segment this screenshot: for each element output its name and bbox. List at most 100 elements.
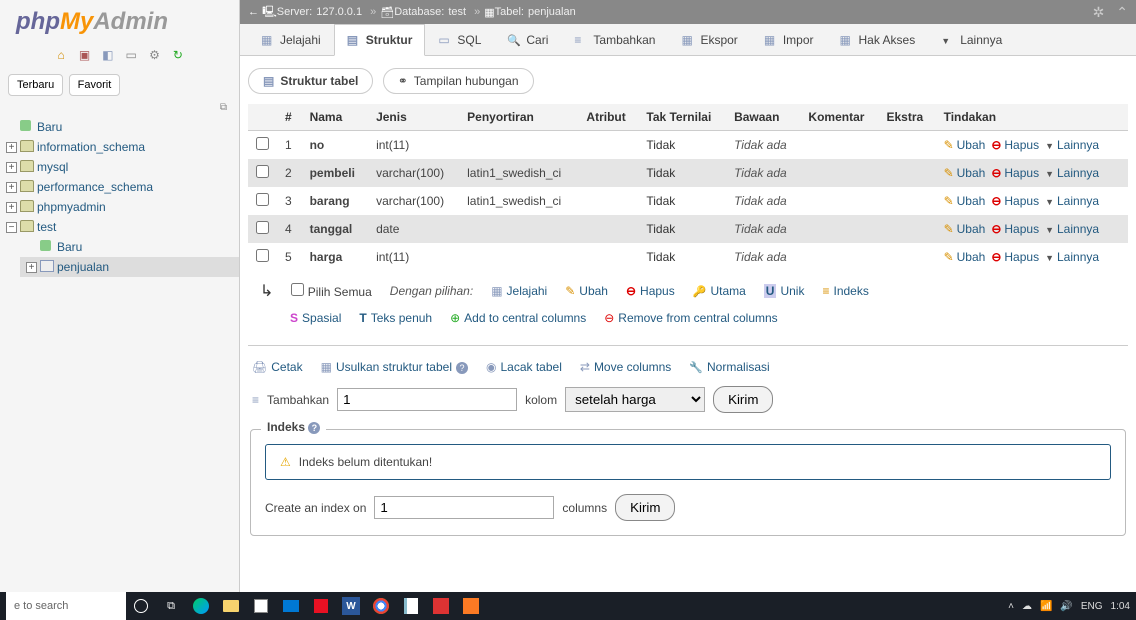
help-icon[interactable] bbox=[308, 420, 320, 434]
tree-test-new[interactable]: Baru bbox=[20, 237, 239, 257]
tree-new[interactable]: Baru bbox=[0, 117, 239, 137]
word-icon[interactable]: W bbox=[340, 595, 362, 617]
subtab-table-structure[interactable]: Struktur tabel bbox=[248, 68, 373, 94]
action-edit[interactable]: Ubah bbox=[944, 222, 986, 236]
action-more[interactable]: Lainnya bbox=[1045, 194, 1099, 208]
tab-insert[interactable]: Tambahkan bbox=[561, 24, 668, 55]
tray-up-icon[interactable]: ˄ bbox=[1008, 601, 1014, 612]
tab-privileges[interactable]: Hak Akses bbox=[827, 24, 929, 55]
create-index-count[interactable] bbox=[374, 496, 554, 519]
action-drop[interactable]: Hapus bbox=[991, 250, 1039, 264]
tab-browse[interactable]: Jelajahi bbox=[248, 24, 334, 55]
create-index-go[interactable]: Kirim bbox=[615, 494, 675, 521]
bulk-spatial[interactable]: Spasial bbox=[290, 311, 341, 325]
action-edit[interactable]: Ubah bbox=[944, 166, 986, 180]
expand-icon[interactable]: + bbox=[26, 262, 37, 273]
action-more[interactable]: Lainnya bbox=[1045, 222, 1099, 236]
chrome-icon[interactable] bbox=[370, 595, 392, 617]
taskview-icon[interactable]: ⧉ bbox=[160, 595, 182, 617]
action-drop[interactable]: Hapus bbox=[991, 138, 1039, 152]
row-checkbox[interactable] bbox=[256, 137, 269, 150]
tree-db-information-schema[interactable]: +information_schema bbox=[0, 137, 239, 157]
acrobat-icon[interactable] bbox=[430, 595, 452, 617]
settings-icon[interactable]: ✲ bbox=[1093, 4, 1105, 20]
sql-icon[interactable]: ◧ bbox=[100, 48, 116, 64]
bulk-fulltext[interactable]: Teks penuh bbox=[359, 311, 432, 325]
bulk-index[interactable]: Indeks bbox=[822, 284, 868, 298]
bulk-drop[interactable]: Hapus bbox=[626, 284, 675, 298]
expand-icon[interactable]: + bbox=[6, 202, 17, 213]
breadcrumb-server[interactable]: 127.0.0.1 bbox=[316, 6, 362, 18]
home-icon[interactable]: ⌂ bbox=[53, 48, 69, 64]
collapse-icon[interactable]: ⧉ bbox=[0, 102, 239, 113]
action-edit[interactable]: Ubah bbox=[944, 250, 986, 264]
store-icon[interactable] bbox=[250, 595, 272, 617]
breadcrumb-db[interactable]: test bbox=[448, 6, 466, 18]
cortana-icon[interactable] bbox=[130, 595, 152, 617]
bulk-browse[interactable]: Jelajahi bbox=[491, 284, 547, 298]
tree-table-penjualan[interactable]: +penjualan bbox=[20, 257, 239, 277]
edge-icon[interactable] bbox=[190, 595, 212, 617]
mail-icon[interactable] bbox=[280, 595, 302, 617]
row-checkbox[interactable] bbox=[256, 193, 269, 206]
clock[interactable]: 1:04 bbox=[1111, 601, 1130, 612]
settings-icon[interactable]: ⚙ bbox=[147, 48, 163, 64]
action-drop[interactable]: Hapus bbox=[991, 166, 1039, 180]
docs-icon[interactable]: ▭ bbox=[123, 48, 139, 64]
tree-db-phpmyadmin[interactable]: +phpmyadmin bbox=[0, 197, 239, 217]
wifi-icon[interactable]: 📶 bbox=[1040, 601, 1052, 612]
bulk-primary[interactable]: Utama bbox=[693, 284, 746, 298]
util-track[interactable]: Lacak tabel bbox=[486, 360, 562, 374]
expand-icon[interactable]: + bbox=[6, 182, 17, 193]
taskbar-search[interactable]: e to search bbox=[6, 592, 126, 620]
tab-search[interactable]: Cari bbox=[494, 24, 561, 55]
action-drop[interactable]: Hapus bbox=[991, 194, 1039, 208]
expand-icon[interactable]: + bbox=[6, 162, 17, 173]
check-all-box[interactable] bbox=[291, 283, 304, 296]
util-propose[interactable]: Usulkan struktur tabel bbox=[321, 360, 468, 374]
xampp-icon[interactable] bbox=[460, 595, 482, 617]
util-move[interactable]: Move columns bbox=[580, 360, 671, 374]
action-edit[interactable]: Ubah bbox=[944, 194, 986, 208]
tab-import[interactable]: Impor bbox=[751, 24, 827, 55]
tree-db-test[interactable]: −test bbox=[0, 217, 239, 237]
add-column-position[interactable]: setelah harga bbox=[565, 387, 705, 412]
check-all[interactable]: Pilih Semua bbox=[291, 283, 371, 299]
help-icon[interactable] bbox=[456, 360, 468, 374]
row-checkbox[interactable] bbox=[256, 221, 269, 234]
volume-icon[interactable]: 🔊 bbox=[1060, 601, 1072, 612]
explorer-icon[interactable] bbox=[220, 595, 242, 617]
bulk-add-central[interactable]: Add to central columns bbox=[450, 311, 586, 325]
action-edit[interactable]: Ubah bbox=[944, 138, 986, 152]
add-column-count[interactable] bbox=[337, 388, 517, 411]
recent-tab[interactable]: Terbaru bbox=[8, 74, 63, 96]
lang-indicator[interactable]: ENG bbox=[1081, 601, 1103, 612]
notepad-icon[interactable] bbox=[400, 595, 422, 617]
add-column-go[interactable]: Kirim bbox=[713, 386, 773, 413]
action-drop[interactable]: Hapus bbox=[991, 222, 1039, 236]
action-more[interactable]: Lainnya bbox=[1045, 166, 1099, 180]
tab-sql[interactable]: SQL bbox=[425, 24, 494, 55]
util-normalize[interactable]: Normalisasi bbox=[689, 360, 769, 374]
action-more[interactable]: Lainnya bbox=[1045, 250, 1099, 264]
bulk-remove-central[interactable]: Remove from central columns bbox=[604, 311, 777, 325]
tab-more[interactable]: Lainnya bbox=[928, 24, 1015, 55]
subtab-relation-view[interactable]: ⚭Tampilan hubungan bbox=[383, 68, 534, 94]
tab-structure[interactable]: Struktur bbox=[334, 24, 426, 56]
expand-icon[interactable]: + bbox=[6, 142, 17, 153]
logo[interactable]: phpMyAdmin bbox=[0, 0, 239, 44]
bulk-edit[interactable]: Ubah bbox=[565, 284, 608, 298]
gift-icon[interactable] bbox=[310, 595, 332, 617]
reload-icon[interactable]: ↻ bbox=[170, 48, 186, 64]
tree-db-mysql[interactable]: +mysql bbox=[0, 157, 239, 177]
favorites-tab[interactable]: Favorit bbox=[69, 74, 121, 96]
util-print[interactable]: Cetak bbox=[252, 360, 303, 374]
collapse-top-icon[interactable]: ⌃ bbox=[1116, 4, 1128, 20]
collapse-icon[interactable]: − bbox=[6, 222, 17, 233]
cloud-icon[interactable]: ☁ bbox=[1022, 601, 1032, 612]
breadcrumb-table[interactable]: penjualan bbox=[528, 6, 576, 18]
action-more[interactable]: Lainnya bbox=[1045, 138, 1099, 152]
tree-db-performance-schema[interactable]: +performance_schema bbox=[0, 177, 239, 197]
row-checkbox[interactable] bbox=[256, 165, 269, 178]
logout-icon[interactable]: ▣ bbox=[76, 48, 92, 64]
